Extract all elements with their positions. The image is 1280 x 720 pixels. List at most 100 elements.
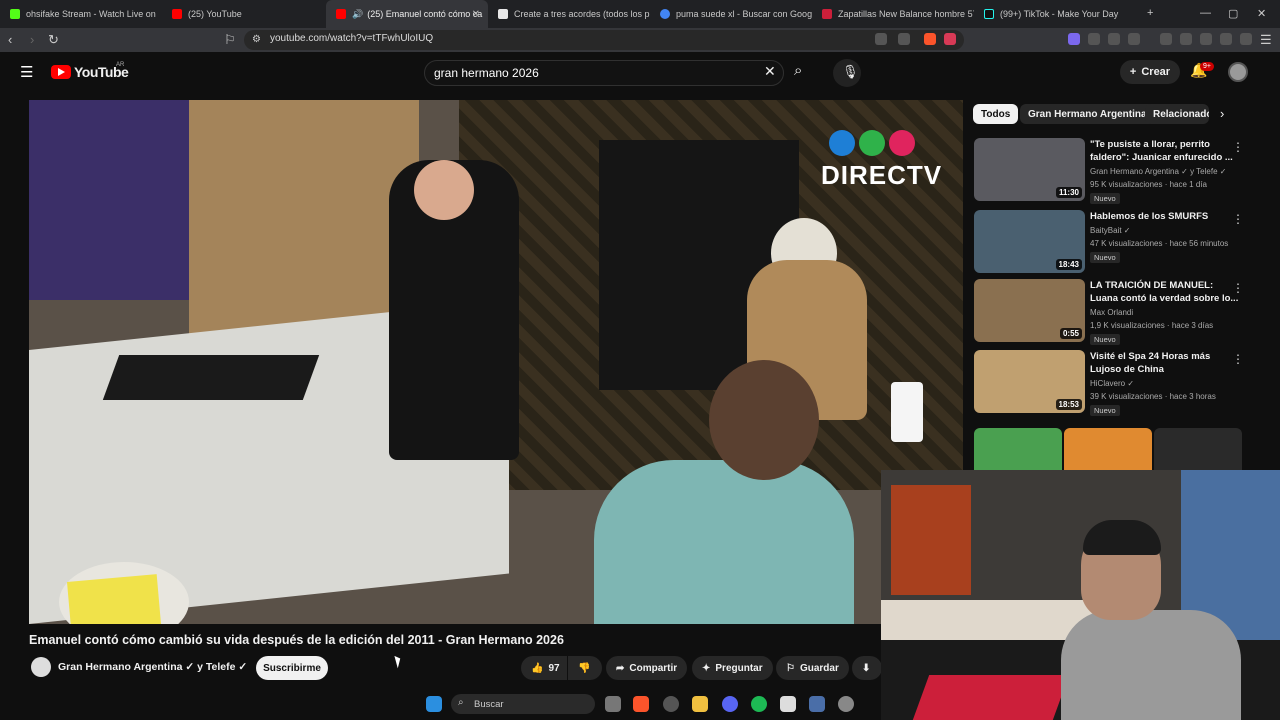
rec-item[interactable]: 18:43 Hablemos de los SMURFS BaityBait ✓… <box>974 210 1264 276</box>
app-icon[interactable] <box>663 696 679 712</box>
chip-related[interactable]: Relacionado <box>1145 104 1209 124</box>
rec-meta: 1,9 K visualizaciones · hace 3 días <box>1090 321 1214 330</box>
new-tab-icon[interactable]: + <box>1147 7 1153 19</box>
menu-icon[interactable]: ☰ <box>1260 32 1272 48</box>
brave-shield-icon[interactable] <box>924 33 936 45</box>
puzzle-icon[interactable] <box>1108 33 1120 45</box>
channel-avatar[interactable] <box>31 657 51 677</box>
chip-gran-hermano[interactable]: Gran Hermano Argentina <box>1020 104 1155 124</box>
rec-thumbnail[interactable]: 11:30 <box>974 138 1085 201</box>
chevron-right-icon[interactable]: › <box>1220 106 1224 121</box>
tab-create[interactable]: Create a tres acordes (todos los per <box>488 0 650 28</box>
rec-item[interactable]: 18:53 Visité el Spa 24 Horas más Lujoso … <box>974 350 1264 416</box>
rec-thumbnail[interactable]: 18:43 <box>974 210 1085 273</box>
shorts-thumbnail[interactable] <box>1154 428 1242 472</box>
leo-ai-icon[interactable] <box>1220 33 1232 45</box>
tab-tiktok[interactable]: (99+) TikTok - Make Your Day <box>974 0 1136 28</box>
maximize-icon[interactable]: ▢ <box>1228 7 1238 20</box>
rec-channel[interactable]: Gran Hermano Argentina ✓ y Telefe ✓ <box>1090 167 1226 176</box>
close-tab-icon[interactable]: ✕ <box>472 9 480 20</box>
tab-kick[interactable]: ohsifake Stream - Watch Live on <box>0 0 162 28</box>
tab-youtube-video[interactable]: 🔊 (25) Emanuel contó cómo ca ✕ <box>326 0 488 28</box>
forward-icon[interactable]: › <box>30 32 34 47</box>
more-options-icon[interactable]: ⋮ <box>1232 212 1244 226</box>
new-badge: Nuevo <box>1090 252 1120 263</box>
voice-search-button[interactable]: 🎙 <box>833 59 861 87</box>
extension-icon[interactable] <box>1128 33 1140 45</box>
vpn-icon[interactable] <box>1240 33 1252 45</box>
cast-icon[interactable] <box>875 33 887 45</box>
taskbar-search-placeholder[interactable]: Buscar <box>474 699 504 710</box>
subscribe-button[interactable]: Suscribirme <box>256 656 328 680</box>
rec-item[interactable]: 11:30 "Te pusiste a llorar, perrito fald… <box>974 138 1264 204</box>
video-player[interactable]: DIRECTV <box>29 100 963 624</box>
more-options-icon[interactable]: ⋮ <box>1232 352 1244 366</box>
back-icon[interactable]: ‹ <box>8 32 12 47</box>
tab-google[interactable]: puma suede xl - Buscar con Google <box>650 0 812 28</box>
obs-icon[interactable] <box>780 696 796 712</box>
more-options-icon[interactable]: ⋮ <box>1232 140 1244 154</box>
video-title: Emanuel contó cómo cambió su vida despué… <box>29 633 564 647</box>
taskbar-search[interactable] <box>451 694 595 714</box>
ask-button[interactable]: ✦ Preguntar <box>692 656 773 680</box>
download-button[interactable]: ⬇ <box>852 656 882 680</box>
task-view-icon[interactable] <box>605 696 621 712</box>
search-icon[interactable]: ⌕ <box>794 62 802 79</box>
dislike-button[interactable]: 👎 <box>568 656 602 680</box>
url-text[interactable]: youtube.com/watch?v=tTFwhUloIUQ <box>270 33 433 44</box>
file-explorer-icon[interactable] <box>692 696 708 712</box>
shorts-thumbnail[interactable] <box>974 428 1062 472</box>
wallet-icon[interactable] <box>1200 33 1212 45</box>
like-button[interactable]: 👍 97 <box>521 656 567 680</box>
directv-blue-dot <box>829 130 855 156</box>
music-icon[interactable] <box>1160 33 1172 45</box>
tab-new-balance[interactable]: Zapatillas New Balance hombre 574 <box>812 0 974 28</box>
google-icon <box>660 9 670 19</box>
rec-title[interactable]: LA TRAICIÓN DE MANUEL: Luana contó la ve… <box>1090 279 1240 305</box>
rec-title[interactable]: Hablemos de los SMURFS <box>1090 210 1240 223</box>
rec-meta: 95 K visualizaciones · hace 1 día <box>1090 180 1207 189</box>
extension-icon[interactable] <box>1068 33 1080 45</box>
youtube-header: ☰ YouTube AR gran hermano 2026 ✕ ⌕ 🎙 + Cr… <box>0 52 1280 92</box>
rec-channel[interactable]: HiClavero ✓ <box>1090 379 1134 388</box>
chip-all[interactable]: Todos <box>973 104 1019 124</box>
create-button[interactable]: + Crear <box>1120 60 1180 84</box>
clear-search-icon[interactable]: ✕ <box>764 63 776 80</box>
notification-badge: 9+ <box>1200 62 1214 71</box>
rec-thumbnail[interactable]: 0:55 <box>974 279 1085 342</box>
discord-icon[interactable] <box>722 696 738 712</box>
channel-name[interactable]: Gran Hermano Argentina ✓ y Telefe ✓ <box>58 661 247 673</box>
rec-channel[interactable]: BaityBait ✓ <box>1090 226 1131 235</box>
share-button[interactable]: ➦ Compartir <box>606 656 688 680</box>
search-query[interactable]: gran hermano 2026 <box>434 66 539 80</box>
sidebar-icon[interactable] <box>1180 33 1192 45</box>
spotify-icon[interactable] <box>751 696 767 712</box>
download-icon: ⬇ <box>862 662 871 674</box>
rec-channel[interactable]: Max Orlandi <box>1090 308 1133 317</box>
share-page-icon[interactable] <box>898 33 910 45</box>
minimize-icon[interactable]: — <box>1200 7 1211 19</box>
rec-thumbnail[interactable]: 18:53 <box>974 350 1085 413</box>
more-options-icon[interactable]: ⋮ <box>1232 281 1244 295</box>
tab-youtube-home[interactable]: (25) YouTube <box>162 0 326 28</box>
close-window-icon[interactable]: ✕ <box>1257 7 1266 20</box>
rec-item[interactable]: 0:55 LA TRAICIÓN DE MANUEL: Luana contó … <box>974 279 1264 345</box>
windows-start-icon[interactable] <box>426 696 442 712</box>
app-icon[interactable] <box>809 696 825 712</box>
hamburger-menu-icon[interactable]: ☰ <box>20 63 33 81</box>
mouse-cursor <box>394 654 403 669</box>
rec-title[interactable]: "Te pusiste a llorar, perrito faldero": … <box>1090 138 1240 164</box>
extension-icon[interactable] <box>1088 33 1100 45</box>
site-info-icon[interactable]: ⚙ <box>252 34 261 45</box>
brave-browser-icon[interactable] <box>633 696 649 712</box>
save-button[interactable]: ⚐ Guardar <box>776 656 849 680</box>
tiktok-icon <box>984 9 994 19</box>
brave-rewards-icon[interactable] <box>944 33 956 45</box>
browser-tab-bar: ohsifake Stream - Watch Live on (25) You… <box>0 0 1280 28</box>
reload-icon[interactable]: ↻ <box>48 32 59 48</box>
settings-icon[interactable] <box>838 696 854 712</box>
account-avatar[interactable] <box>1228 62 1248 82</box>
bookmark-icon[interactable]: ⚐ <box>224 32 236 48</box>
rec-title[interactable]: Visité el Spa 24 Horas más Lujoso de Chi… <box>1090 350 1240 376</box>
shorts-thumbnail[interactable] <box>1064 428 1152 472</box>
